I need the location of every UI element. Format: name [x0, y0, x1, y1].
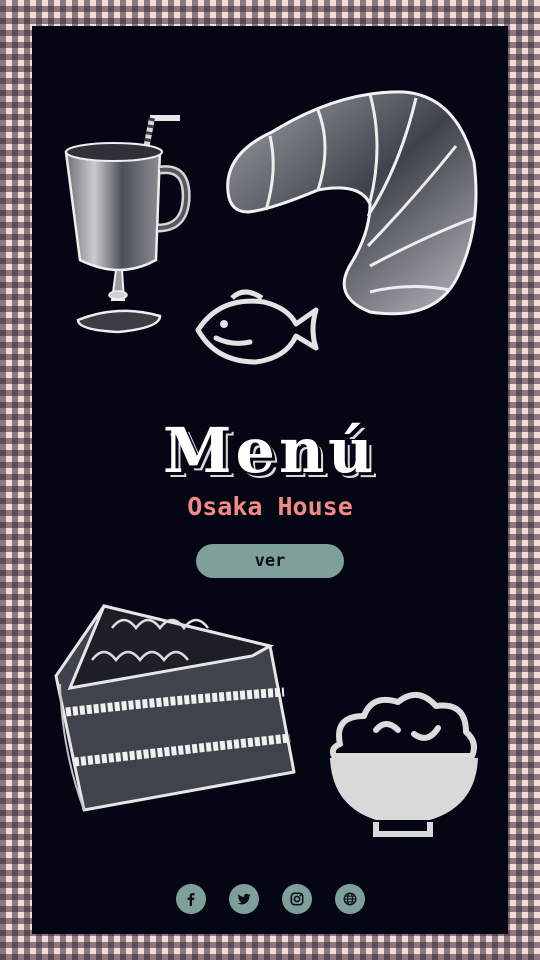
- twitter-icon[interactable]: [228, 884, 259, 914]
- drink-glass-illustration: [64, 115, 191, 334]
- globe-icon[interactable]: [334, 884, 365, 914]
- fish-icon: [195, 289, 319, 365]
- cake-slice-illustration: [54, 604, 296, 812]
- social-links: [32, 884, 508, 914]
- rice-bowl-icon: [329, 692, 478, 837]
- facebook-icon[interactable]: [175, 884, 206, 914]
- instagram-icon[interactable]: [281, 884, 312, 914]
- page-title: Menú: [162, 414, 378, 487]
- croissant-illustration: [226, 90, 478, 316]
- restaurant-name: Osaka House: [187, 492, 353, 521]
- chalkboard-panel: Menú Osaka House ver: [32, 26, 508, 934]
- view-menu-button[interactable]: ver: [196, 544, 344, 578]
